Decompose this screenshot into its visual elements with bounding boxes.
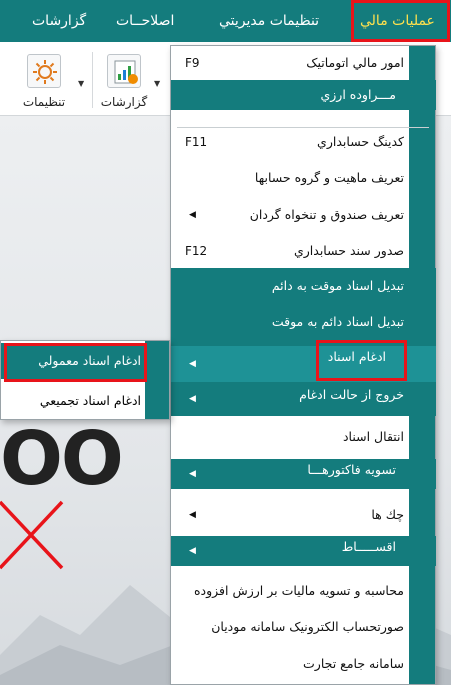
menu-item-label: تعریف صندوق و تنخواه گردان (249, 207, 404, 222)
settings-button[interactable]: تنظیمات (14, 50, 74, 110)
menu-item-cheques[interactable]: چك ها ◀ (171, 500, 436, 530)
menu-item-account-nature-groups[interactable]: تعریف ماهیت و گروه حسابها (171, 163, 436, 193)
menu-item-transfer-documents[interactable]: انتقال اسناد (171, 422, 436, 452)
annotation-highlight-financial-menu (351, 0, 450, 42)
gear-icon (27, 54, 61, 88)
menu-item-label: سامانه جامع تجارت (303, 656, 404, 671)
menu-item-label: اقســـــاط (341, 539, 396, 554)
submenu-item-label: ادغام اسناد تجمیعي (39, 393, 141, 408)
shortcut-label: F9 (185, 56, 200, 70)
menu-item-label: محاسبه و تسویه مالیات بر ارزش افزوده (193, 583, 404, 598)
menu-item-issue-voucher[interactable]: صدور سند حسابداري F12 (171, 236, 436, 266)
menu-item-label: تبدیل اسناد موقت به دائم (271, 278, 404, 293)
menu-item-label: تسویه فاکتورهـــا (307, 462, 396, 477)
menu-item-cash-fund[interactable]: تعریف صندوق و تنخواه گردان ◀ (171, 200, 436, 230)
submenu-arrow-icon: ◀ (189, 394, 196, 404)
report-chart-icon (107, 54, 141, 88)
toolbar-divider (92, 52, 93, 108)
menu-item-label: مـــراوده ارزي (320, 87, 396, 102)
menu-item-label: صدور سند حسابداري (293, 243, 404, 258)
shortcut-label: F12 (185, 244, 208, 258)
menu-item-vat-calculation[interactable]: محاسبه و تسویه مالیات بر ارزش افزوده (171, 576, 436, 606)
logo-letters: OO (0, 416, 124, 502)
reports-button[interactable]: گزارشات (94, 50, 154, 110)
menu-item-label: تعریف ماهیت و گروه حسابها (254, 170, 404, 185)
menu-item-label: امور مالي اتوماتیک (306, 55, 404, 70)
shortcut-label: F11 (185, 135, 208, 149)
menu-item-label: انتقال اسناد (342, 429, 404, 444)
settings-dropdown-caret-icon[interactable]: ▼ (78, 79, 84, 88)
menu-item-label: صورتحساب الکترونیک سامانه مودیان (211, 619, 404, 634)
submenu-arrow-icon: ◀ (189, 546, 196, 556)
menu-item-auto-financial[interactable]: امور مالي اتوماتیک F9 (171, 48, 436, 78)
annotation-highlight-merge-documents (316, 340, 407, 381)
reports-label: گزارشات (100, 95, 148, 109)
submenu-arrow-icon: ◀ (189, 510, 196, 520)
menu-item-exit-merge-mode[interactable]: خروج از حالت ادغام ◀ (171, 382, 436, 416)
menu-item-electronic-invoice[interactable]: صورتحساب الکترونیک سامانه مودیان (171, 612, 436, 642)
reports-dropdown-caret-icon[interactable]: ▼ (154, 79, 160, 88)
menu-item-installments[interactable]: اقســـــاط ◀ (171, 536, 436, 566)
menu-item-currency-exchange[interactable]: مـــراوده ارزي (171, 80, 436, 110)
menu-item-trade-system[interactable]: سامانه جامع تجارت (171, 649, 436, 679)
menu-item-label: خروج از حالت ادغام (299, 387, 404, 402)
submenu-arrow-icon: ◀ (189, 469, 196, 479)
menu-item-settle-invoices[interactable]: تسویه فاکتورهـــا ◀ (171, 459, 436, 489)
menu-corrections[interactable]: اصلاحــات (116, 0, 174, 42)
menu-item-temp-to-permanent[interactable]: تبدیل اسناد موقت به دائم (171, 268, 436, 304)
menu-item-label: چك ها (371, 507, 404, 522)
menu-item-accounting-coding[interactable]: کدینگ حسابداري F11 (171, 127, 436, 157)
menu-item-label: کدینگ حسابداري (317, 134, 404, 149)
submenu-arrow-icon: ◀ (189, 359, 196, 369)
menu-management-settings[interactable]: تنظیمات مدیریتي (219, 0, 319, 42)
menu-reports[interactable]: گزارشات (32, 0, 86, 42)
annotation-highlight-normal-merge (4, 343, 147, 382)
submenu-item-aggregate-merge[interactable]: ادغام اسناد تجمیعي (1, 383, 169, 419)
settings-label: تنظیمات (22, 95, 66, 109)
submenu-arrow-icon: ◀ (189, 210, 196, 220)
menu-item-label: تبدیل اسناد دائم به موقت (271, 314, 404, 329)
